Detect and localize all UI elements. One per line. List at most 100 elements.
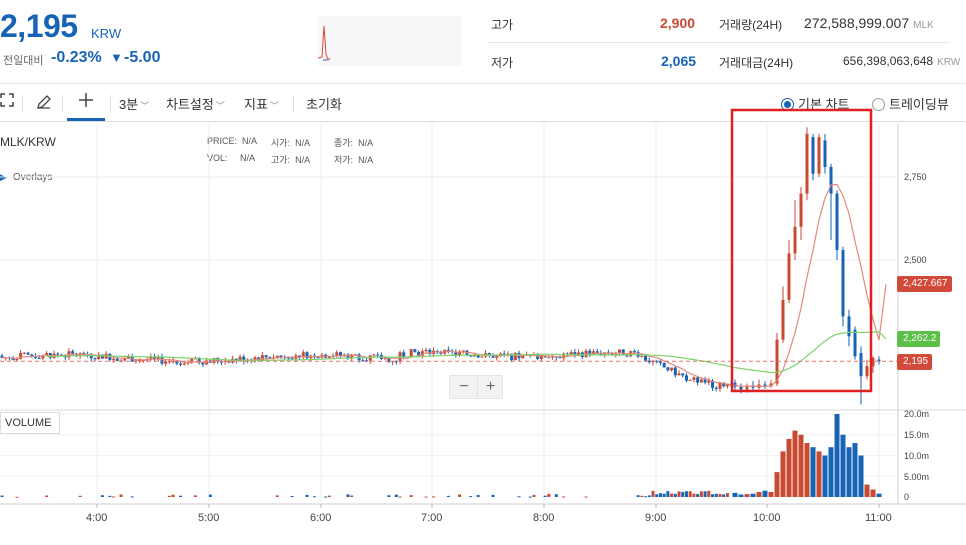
candle-body — [543, 355, 547, 358]
volume-bar — [699, 491, 703, 497]
zoom-out-button[interactable]: − — [451, 377, 477, 397]
chart-grid — [0, 123, 966, 502]
candle-body — [208, 360, 212, 363]
volume-bar — [744, 494, 750, 497]
down-arrow-icon: ▼ — [110, 50, 123, 65]
vol-tick-label: 5.00m — [904, 472, 930, 482]
volume-bar — [816, 451, 822, 497]
volume-bar — [350, 495, 354, 497]
reset-button[interactable]: 초기화 — [306, 94, 342, 113]
volume-bar — [562, 496, 566, 498]
volume-bar — [636, 495, 640, 497]
candle-body — [739, 386, 743, 390]
volume-bar — [834, 414, 840, 497]
candle-body — [190, 358, 194, 363]
volume-bar — [130, 496, 134, 498]
candle-body — [182, 363, 186, 365]
radio-selected-icon — [781, 98, 794, 111]
volume-bar — [804, 443, 810, 497]
volume-bar — [692, 493, 696, 497]
pencil-icon[interactable] — [36, 94, 52, 113]
volume-bar — [0, 495, 4, 497]
candle-body — [167, 361, 171, 363]
candle-body — [320, 354, 324, 358]
change-percent: -0.23% — [51, 49, 102, 66]
candle-body — [82, 353, 86, 355]
candle-body — [703, 379, 707, 383]
volume-bar — [684, 491, 688, 497]
candle-body — [201, 362, 205, 365]
amount24-value: 656,398,063,648 KRW — [843, 54, 961, 68]
candle-body — [725, 383, 729, 387]
volume-bar — [696, 493, 700, 497]
volume-bar — [840, 434, 846, 497]
crosshair-icon[interactable] — [78, 92, 94, 111]
volume-bar — [324, 496, 328, 498]
volume-bar — [517, 496, 521, 498]
indicators-menu[interactable]: 지표 ﹀ — [244, 94, 279, 113]
candle-body — [216, 358, 220, 362]
candle-body — [711, 380, 715, 388]
chart-settings-menu[interactable]: 차트설정 ﹀ — [166, 94, 225, 113]
volume-bar — [774, 472, 780, 497]
volume-bar — [798, 434, 804, 497]
candle-body — [621, 349, 625, 356]
fullscreen-icon[interactable] — [0, 93, 14, 110]
y-tick-label: 2,500 — [904, 255, 927, 265]
candle-body — [681, 373, 685, 376]
volume-bar — [476, 495, 480, 497]
play-icon: ▶ — [0, 172, 7, 182]
candle-body — [312, 355, 316, 358]
zoom-in-button[interactable]: + — [477, 377, 503, 397]
volume-bar — [193, 495, 197, 497]
volume-bar — [780, 451, 786, 497]
interval-select[interactable]: 3분 ﹀ — [119, 94, 149, 113]
volume-bar — [15, 496, 19, 498]
basic-chart-radio[interactable]: 기본 차트 — [781, 94, 849, 113]
high-value: 2,900 — [660, 15, 696, 31]
volume-bar — [756, 492, 762, 497]
candle-body — [365, 360, 369, 362]
volume-bar — [703, 491, 707, 497]
candle-body — [264, 355, 268, 358]
candle-body — [272, 357, 276, 359]
candle-body — [536, 354, 540, 359]
toolbar-separator — [110, 95, 111, 112]
candle-body — [528, 354, 532, 356]
tradingview-radio[interactable]: 트레이딩뷰 — [872, 94, 949, 113]
volume-bar — [677, 491, 681, 497]
overlays-toggle[interactable]: ▶ Overlays — [0, 172, 52, 183]
candle-body — [629, 351, 633, 357]
volume-bar — [171, 494, 175, 497]
candle-body — [223, 360, 227, 363]
candle-body — [547, 357, 551, 359]
volume-bar — [543, 495, 547, 497]
candle-body — [871, 357, 875, 367]
volume-bar — [655, 494, 659, 497]
candle-body — [498, 353, 502, 355]
ohlc-vol: VOL: N/A — [207, 153, 256, 163]
candle-body — [290, 358, 294, 360]
volume-bar — [662, 493, 666, 497]
volume-bar — [312, 496, 316, 498]
candle-body — [219, 361, 223, 363]
volume-bar — [711, 494, 715, 497]
volume-bar — [275, 495, 279, 497]
candle-body — [398, 352, 402, 362]
candle-body — [506, 353, 510, 355]
candle-body — [684, 375, 688, 381]
volume-bar — [424, 496, 428, 498]
volume-bar — [644, 496, 648, 498]
ohlc-high: 고가: N/A — [271, 155, 311, 165]
y-tick-label: 2,750 — [904, 172, 927, 182]
candle-body — [476, 354, 480, 358]
candle-body — [346, 354, 350, 359]
volume-bar — [858, 455, 864, 497]
candle-body — [532, 354, 536, 356]
volume-bar — [876, 493, 882, 497]
volume-bar — [547, 493, 551, 497]
candle-body — [63, 355, 67, 358]
candle-body — [558, 357, 562, 359]
candle-body — [729, 383, 733, 386]
stat-divider — [488, 42, 950, 43]
